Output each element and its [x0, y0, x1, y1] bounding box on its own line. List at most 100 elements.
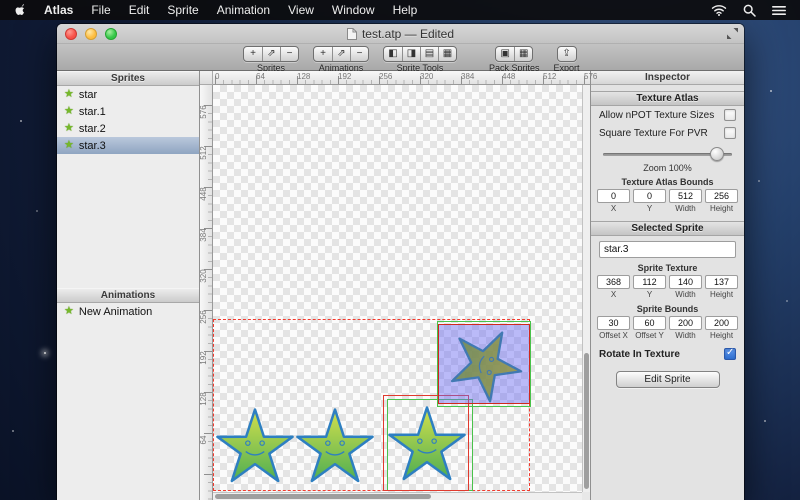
sprite-remove-button[interactable]: −: [280, 47, 298, 61]
menu-item-animation[interactable]: Animation: [208, 0, 279, 20]
v-ruler-label: 256: [199, 303, 209, 331]
texture-x-field[interactable]: [597, 275, 630, 289]
zoom-slider-knob[interactable]: [710, 147, 724, 161]
bounds-width-field[interactable]: [669, 316, 702, 330]
pack-sprites-1-button[interactable]: ▣: [496, 47, 514, 61]
menu-item-file[interactable]: File: [82, 0, 119, 20]
v-ruler-label: 64: [199, 426, 209, 454]
close-button[interactable]: [65, 28, 77, 40]
animations-header: Animations: [57, 288, 199, 303]
allow-npot-checkbox[interactable]: [724, 109, 736, 121]
export-button[interactable]: ⇪: [558, 47, 576, 61]
star-icon: ★: [64, 306, 74, 317]
menu-item-view[interactable]: View: [279, 0, 323, 20]
v-ruler-label: 576: [199, 98, 209, 126]
sprite-list-item[interactable]: ★ star.1: [57, 103, 199, 120]
desktop: { "menu_bar": { "app_name": "Atlas", "it…: [0, 0, 800, 500]
bounds-offset-x-label: Offset X: [599, 331, 628, 340]
atlas-width-field[interactable]: [669, 189, 702, 203]
window-title: test.atp — Edited: [347, 27, 454, 41]
apple-menu-icon[interactable]: [14, 3, 27, 17]
toolbar-group-pack-sprites: ▣ ▦ Pack Sprites: [489, 46, 540, 73]
sprite-list-item[interactable]: ★ star: [57, 86, 199, 103]
texture-atlas-bounds-fields: X Y Width Height: [591, 188, 744, 215]
sprite-import-button[interactable]: ⇗: [262, 47, 280, 61]
texture-height-label: Height: [710, 290, 733, 299]
rotate-in-texture-checkbox[interactable]: [724, 348, 736, 360]
v-ruler-label: 192: [199, 344, 209, 372]
pack-sprites-2-button[interactable]: ▦: [514, 47, 532, 61]
h-ruler-label: 0: [215, 72, 219, 81]
texture-width-field[interactable]: [669, 275, 702, 289]
minimize-button[interactable]: [85, 28, 97, 40]
atlas-height-field[interactable]: [705, 189, 738, 203]
bounds-offset-y-field[interactable]: [633, 316, 666, 330]
canvas[interactable]: 064128192256320384448512576 576512448384…: [200, 71, 590, 500]
edit-sprite-button[interactable]: Edit Sprite: [616, 371, 720, 388]
allow-npot-label: Allow nPOT Texture Sizes: [599, 110, 714, 121]
h-ruler-label: 192: [338, 72, 351, 81]
sprite-star-1[interactable]: [293, 407, 377, 491]
sprite-bounds-title: Sprite Bounds: [591, 303, 744, 315]
selected-sprite-star-3[interactable]: [438, 324, 530, 404]
animation-remove-button[interactable]: −: [350, 47, 368, 61]
horizontal-scrollbar[interactable]: [213, 492, 582, 500]
h-ruler: 064128192256320384448512576: [213, 71, 590, 85]
h-ruler-label: 576: [584, 72, 597, 81]
fullscreen-icon[interactable]: [727, 28, 738, 39]
spotlight-icon[interactable]: [743, 4, 756, 17]
vertical-scrollbar[interactable]: [582, 85, 590, 492]
h-ruler-label: 128: [297, 72, 310, 81]
title-bar[interactable]: test.atp — Edited: [57, 24, 744, 44]
bounds-height-field[interactable]: [705, 316, 738, 330]
sprite-texture-title: Sprite Texture: [591, 262, 744, 274]
texture-width-label: Width: [675, 290, 695, 299]
sprite-tool-1-button[interactable]: ◧: [384, 47, 402, 61]
sprite-tool-2-button[interactable]: ◨: [402, 47, 420, 61]
animation-import-button[interactable]: ⇗: [332, 47, 350, 61]
menu-bar: Atlas File Edit Sprite Animation View Wi…: [0, 0, 800, 20]
sprite-tool-4-button[interactable]: ▦: [438, 47, 456, 61]
menu-item-sprite[interactable]: Sprite: [158, 0, 207, 20]
animation-add-button[interactable]: +: [314, 47, 332, 61]
horizontal-scrollbar-thumb[interactable]: [215, 494, 431, 499]
sidebar: Sprites ★ star ★ star.1 ★ star.2 ★ star.…: [57, 71, 200, 500]
vertical-scrollbar-thumb[interactable]: [584, 353, 589, 489]
sprite-star-2[interactable]: [385, 405, 469, 489]
notification-center-icon[interactable]: [772, 5, 786, 16]
menu-item-window[interactable]: Window: [323, 0, 384, 20]
animation-list-item[interactable]: ★ New Animation: [57, 303, 199, 320]
canvas-content[interactable]: [213, 85, 590, 500]
menu-item-help[interactable]: Help: [384, 0, 427, 20]
sprite-star[interactable]: [213, 407, 297, 491]
square-pvr-label: Square Texture For PVR: [599, 128, 708, 139]
sprite-name-field[interactable]: [599, 241, 736, 258]
bounds-offset-y-label: Offset Y: [635, 331, 664, 340]
texture-y-field[interactable]: [633, 275, 666, 289]
bounds-offset-x-field[interactable]: [597, 316, 630, 330]
star-icon: ★: [64, 106, 74, 117]
sprite-list-item[interactable]: ★ star.2: [57, 120, 199, 137]
star-icon: ★: [64, 89, 74, 100]
texture-height-field[interactable]: [705, 275, 738, 289]
square-pvr-row: Square Texture For PVR: [591, 124, 744, 142]
sprite-list-item-selected[interactable]: ★ star.3: [57, 137, 199, 154]
animation-list[interactable]: ★ New Animation: [57, 303, 199, 500]
menu-item-atlas[interactable]: Atlas: [35, 0, 82, 20]
zoom-slider[interactable]: [603, 146, 732, 162]
menu-item-edit[interactable]: Edit: [120, 0, 159, 20]
square-pvr-checkbox[interactable]: [724, 127, 736, 139]
wifi-icon[interactable]: [711, 4, 727, 16]
h-ruler-label: 256: [379, 72, 392, 81]
texture-atlas-bounds-title: Texture Atlas Bounds: [591, 176, 744, 188]
sprite-add-button[interactable]: +: [244, 47, 262, 61]
sprite-tool-3-button[interactable]: ▤: [420, 47, 438, 61]
atlas-x-field[interactable]: [597, 189, 630, 203]
texture-x-label: X: [611, 290, 616, 299]
sprite-list[interactable]: ★ star ★ star.1 ★ star.2 ★ star.3: [57, 86, 199, 288]
toolbar-group-sprites: + ⇗ − Sprites: [243, 46, 299, 73]
selected-sprite-section-header: Selected Sprite: [591, 221, 744, 236]
atlas-y-field[interactable]: [633, 189, 666, 203]
zoom-button[interactable]: [105, 28, 117, 40]
atlas-y-label: Y: [647, 204, 652, 213]
